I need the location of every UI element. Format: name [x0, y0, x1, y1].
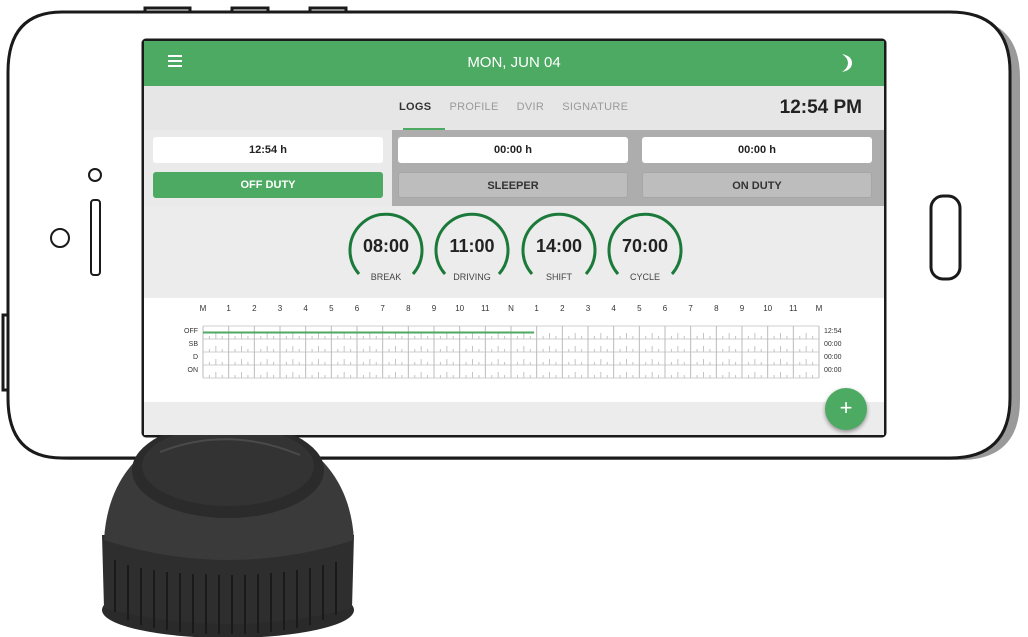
- total-sb: 00:00: [824, 341, 842, 348]
- duty-status-panel: 12:54 h 00:00 h 00:00 h OFF DUTY SLEEPER…: [144, 130, 884, 206]
- break-label: BREAK: [370, 272, 402, 282]
- driving-label: DRIVING: [453, 272, 491, 282]
- cycle-gauge: 70:00 CYCLE: [606, 212, 684, 290]
- tab-bar: LOGS PROFILE DVIR SIGNATURE 12:54 PM: [144, 86, 884, 130]
- app-bar: MON, JUN 04: [144, 41, 884, 86]
- hos-gauges: 08:00 BREAK 11:00 DRIVING 14:00 SHIFT 70…: [144, 206, 884, 298]
- date-title: MON, JUN 04: [467, 54, 561, 71]
- on-duty-button[interactable]: ON DUTY: [642, 172, 872, 198]
- shift-label: SHIFT: [546, 272, 572, 282]
- total-off: 12:54: [824, 328, 842, 335]
- shift-value: 14:00: [535, 236, 583, 256]
- off-duty-button[interactable]: OFF DUTY: [153, 172, 383, 198]
- moon-icon[interactable]: [836, 53, 854, 73]
- sleeper-button[interactable]: SLEEPER: [398, 172, 628, 198]
- on-duty-time: 00:00 h: [642, 137, 872, 163]
- log-graph: M 1 2 3 4 5 6 7 8 9 10 11 N 1 2 3 4 5 6 7 8 9 10 11 M OFF SB D O…: [144, 298, 884, 402]
- log-grid: [202, 325, 820, 379]
- add-event-button[interactable]: +: [825, 388, 867, 430]
- total-on: 00:00: [824, 367, 842, 374]
- cycle-value: 70:00: [621, 236, 669, 256]
- eld-device: [102, 422, 354, 637]
- total-d: 00:00: [824, 354, 842, 361]
- break-value: 08:00: [362, 236, 410, 256]
- tab-profile[interactable]: PROFILE: [449, 101, 498, 113]
- tab-logs[interactable]: LOGS: [399, 101, 431, 113]
- driving-value: 11:00: [449, 236, 495, 256]
- break-gauge: 08:00 BREAK: [347, 212, 425, 290]
- cycle-label: CYCLE: [629, 272, 660, 282]
- driving-gauge: 11:00 DRIVING: [433, 212, 511, 290]
- shift-gauge: 14:00 SHIFT: [520, 212, 598, 290]
- off-duty-time: 12:54 h: [153, 137, 383, 163]
- tab-signature[interactable]: SIGNATURE: [562, 101, 628, 113]
- app-screen: MON, JUN 04 LOGS PROFILE DVIR SIGNATURE …: [144, 41, 884, 435]
- tab-dvir[interactable]: DVIR: [517, 101, 544, 113]
- sleeper-time: 00:00 h: [398, 137, 628, 163]
- tabs: LOGS PROFILE DVIR SIGNATURE: [399, 101, 643, 113]
- current-time: 12:54 PM: [779, 97, 862, 118]
